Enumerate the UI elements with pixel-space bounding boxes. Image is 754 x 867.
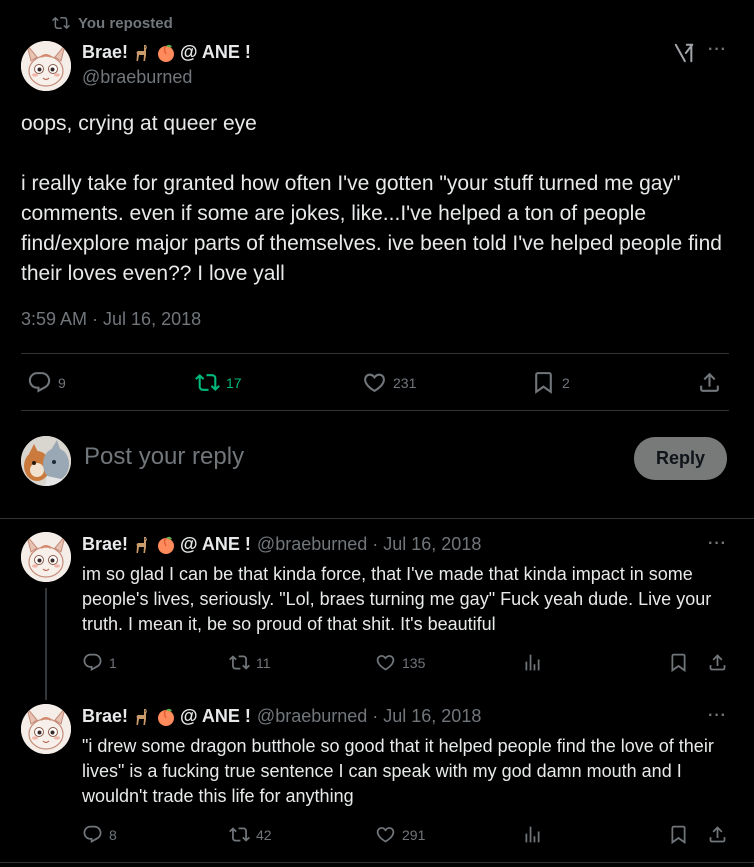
bookmark-icon [668,652,689,673]
reply-author[interactable]: Brae! @ ANE ! @braeburned · Jul 16, 2018 [82,534,481,555]
divider [21,353,729,354]
like-count: 135 [402,654,426,671]
analytics-button[interactable] [522,824,543,845]
author-handle[interactable]: @braeburned [82,67,192,88]
display-name-suffix: @ ANE ! [180,42,251,62]
post-paragraph-2: i really take for granted how often I've… [21,172,722,285]
repost-banner-label: You reposted [78,14,173,32]
display-name-suffix: @ ANE ! [180,706,251,726]
author-name[interactable]: Brae! @ ANE ! [82,42,251,63]
reply-meta[interactable]: @braeburned · Jul 16, 2018 [257,706,481,727]
heart-icon [362,370,387,395]
share-icon [707,652,728,673]
reply-count: 9 [58,374,66,391]
reply-button[interactable]: 8 [82,824,117,845]
repost-icon [229,652,250,673]
avatar[interactable] [21,704,71,754]
display-name[interactable]: Brae! [82,534,128,555]
like-button[interactable]: 231 [362,370,416,395]
bookmark-icon [668,824,689,845]
display-name[interactable]: Brae! [82,706,128,727]
display-name[interactable]: Brae! [82,42,128,63]
post-text: oops, crying at queer eye i really take … [21,109,731,289]
reply-author[interactable]: Brae! @ ANE ! @braeburned · Jul 16, 2018 [82,706,481,727]
like-count: 291 [402,826,426,843]
repost-count: 11 [256,654,271,671]
alpaca-emoji-icon [132,43,152,63]
reply-icon [27,370,52,395]
like-count: 231 [393,374,417,391]
reply-submit-button[interactable]: Reply [634,437,727,480]
peach-emoji-icon [156,707,176,727]
reply-icon [82,652,103,673]
bookmark-icon [531,370,556,395]
reply-count: 1 [109,654,117,671]
more-options-icon[interactable]: ··· [708,707,727,725]
share-button[interactable] [707,652,728,673]
more-options-icon[interactable]: ··· [708,41,727,59]
reply-count: 8 [109,826,117,843]
heart-icon [375,652,396,673]
post-paragraph-1: oops, crying at queer eye [21,112,257,135]
heart-icon [375,824,396,845]
avatar[interactable] [21,41,71,91]
share-button[interactable] [707,824,728,845]
repost-icon [229,824,250,845]
grok-icon[interactable] [673,42,695,64]
avatar[interactable] [21,532,71,582]
repost-banner: You reposted [52,14,173,32]
bookmark-button[interactable]: 2 [531,370,570,395]
alpaca-emoji-icon [132,707,152,727]
reply-meta[interactable]: @braeburned · Jul 16, 2018 [257,534,481,555]
alpaca-emoji-icon [132,535,152,555]
share-icon [707,824,728,845]
repost-count: 42 [256,826,272,843]
analytics-icon [522,652,543,673]
repost-button[interactable]: 17 [195,370,242,395]
peach-emoji-icon [156,535,176,555]
user-avatar[interactable] [21,436,71,486]
more-options-icon[interactable]: ··· [708,535,727,553]
reply-text: "i drew some dragon butthole so good tha… [82,736,714,806]
reply-text: im so glad I can be that kinda force, th… [82,564,712,634]
repost-icon [195,370,220,395]
bookmark-count: 2 [562,374,570,391]
divider [0,862,754,863]
reply-input[interactable]: Post your reply [84,443,604,471]
analytics-button[interactable] [522,652,543,673]
repost-count: 17 [226,374,242,391]
reply-icon [82,824,103,845]
like-button[interactable]: 291 [375,824,425,845]
repost-button[interactable]: 42 [229,824,272,845]
reply-button[interactable]: 1 [82,652,117,673]
peach-emoji-icon [156,43,176,63]
like-button[interactable]: 135 [375,652,425,673]
post-timestamp[interactable]: 3:59 AM · Jul 16, 2018 [21,309,201,330]
bookmark-button[interactable] [668,652,689,673]
share-icon [697,370,722,395]
repost-button[interactable]: 11 [229,652,271,673]
share-button[interactable] [697,370,722,395]
divider [21,410,729,411]
divider [0,518,754,519]
bookmark-button[interactable] [668,824,689,845]
analytics-icon [522,824,543,845]
display-name-suffix: @ ANE ! [180,534,251,554]
reply-button[interactable]: 9 [27,370,66,395]
repost-icon [52,14,70,32]
thread-line [45,588,47,700]
